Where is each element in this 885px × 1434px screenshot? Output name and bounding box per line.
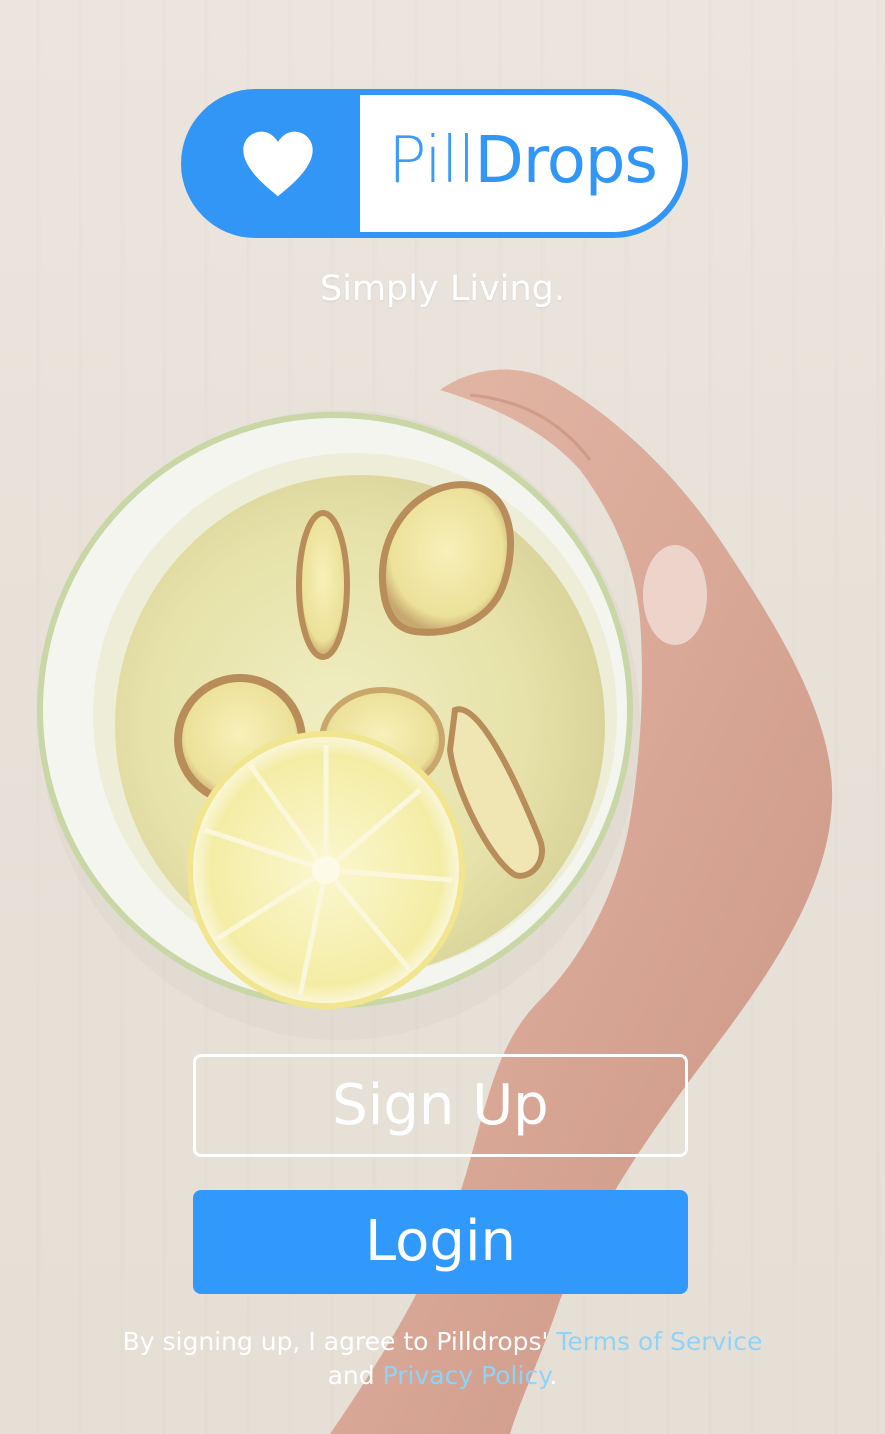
terms-of-service-link[interactable]: Terms of Service — [556, 1327, 762, 1356]
legal-disclaimer: By signing up, I agree to Pilldrops' Ter… — [0, 1325, 885, 1393]
heart-icon — [243, 131, 313, 197]
logo-wordmark: PillDrops — [388, 119, 658, 203]
legal-and: and — [327, 1361, 375, 1390]
legal-prefix: By signing up, I agree to Pilldrops' — [122, 1327, 549, 1356]
login-button[interactable]: Login — [193, 1190, 688, 1294]
logo-text-light: Pill — [388, 124, 476, 198]
sign-up-button[interactable]: Sign Up — [193, 1054, 688, 1157]
tagline: Simply Living. — [320, 269, 565, 309]
legal-suffix: . — [549, 1361, 558, 1390]
pilldrops-logo: PillDrops — [181, 89, 688, 238]
privacy-policy-link[interactable]: Privacy Policy — [383, 1361, 550, 1390]
welcome-screen: PillDrops Simply Living. Sign Up Login B… — [0, 0, 885, 1434]
logo-text-bold: Drops — [474, 124, 658, 198]
